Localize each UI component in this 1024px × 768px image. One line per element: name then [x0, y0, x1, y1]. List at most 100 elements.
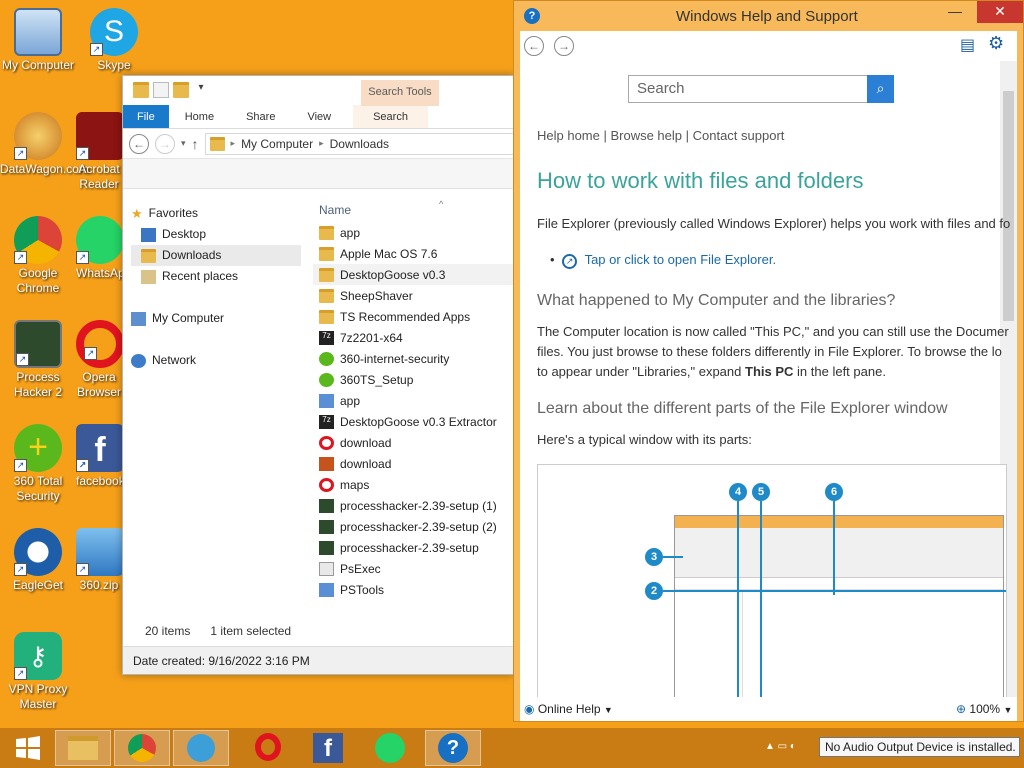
nav-favorites[interactable]: ★ Favorites: [131, 203, 301, 224]
list-item[interactable]: processhacker-2.39-setup (2): [313, 516, 513, 537]
desktop-icon-chrome[interactable]: ↗ Google Chrome: [0, 216, 76, 296]
list-item[interactable]: maps: [313, 474, 513, 495]
diagram-callout-2: 2: [645, 582, 663, 600]
help-nav-links[interactable]: Help home | Browse help | Contact suppor…: [537, 128, 784, 143]
print-icon[interactable]: ▤: [960, 35, 975, 55]
chrome-icon: ↗: [14, 216, 62, 264]
7zip-icon: 7z: [319, 414, 334, 429]
facebook-icon: f: [313, 733, 343, 763]
list-item[interactable]: DesktopGoose v0.3: [313, 264, 513, 285]
tab-share[interactable]: Share: [230, 105, 291, 128]
desktop-icon-datawagon[interactable]: ↗ DataWagon.com: [0, 112, 89, 177]
recent-places-icon: [141, 269, 156, 284]
taskbar-help[interactable]: ?: [425, 730, 481, 766]
nav-my-computer[interactable]: My Computer: [131, 308, 301, 329]
column-header-name[interactable]: Name ^: [313, 198, 513, 222]
properties-icon[interactable]: [153, 82, 169, 98]
list-item[interactable]: processhacker-2.39-setup: [313, 537, 513, 558]
tab-file[interactable]: File: [123, 105, 169, 128]
list-item[interactable]: SheepShaver: [313, 285, 513, 306]
nav-network[interactable]: Network: [131, 350, 301, 371]
shortcut-arrow-icon: ↗: [84, 347, 97, 360]
desktop-icon-acrobat[interactable]: ↗ Acrobat Reader: [76, 112, 122, 192]
desktop-icon-my-computer[interactable]: My Computer: [0, 8, 76, 73]
tab-search[interactable]: Search: [353, 105, 428, 128]
process-hacker-icon: [319, 498, 334, 513]
opera-icon: ↗: [76, 320, 122, 368]
chevron-down-icon[interactable]: ▾: [193, 82, 209, 98]
search-icon[interactable]: ⌕: [867, 75, 894, 103]
quick-access-toolbar: ▾: [133, 82, 209, 98]
tab-view[interactable]: View: [291, 105, 347, 128]
folder-icon[interactable]: [133, 82, 149, 98]
callout-line: [737, 501, 739, 713]
tab-home[interactable]: Home: [169, 105, 230, 128]
gear-icon[interactable]: ⚙: [988, 33, 1004, 54]
desktop-icon-360-zip[interactable]: ↗ 360.zip: [76, 528, 122, 593]
back-button[interactable]: ←: [129, 133, 149, 154]
scrollbar-thumb[interactable]: [1003, 91, 1014, 321]
list-item[interactable]: PsExec: [313, 558, 513, 579]
shortcut-arrow-icon: ↗: [90, 43, 103, 56]
online-help-dropdown[interactable]: ◉ Online Help ▼: [524, 697, 613, 722]
taskbar-whatsapp[interactable]: [362, 730, 418, 766]
folder-icon: [319, 225, 334, 240]
taskbar-opera[interactable]: [240, 730, 296, 766]
list-item[interactable]: download: [313, 453, 513, 474]
desktop-icon-eagleget[interactable]: ↗ EagleGet: [0, 528, 76, 593]
process-hacker-icon: [319, 519, 334, 534]
start-button[interactable]: [0, 730, 56, 766]
nav-recent-places[interactable]: Recent places: [131, 266, 301, 287]
close-button[interactable]: ✕: [977, 1, 1023, 23]
list-item[interactable]: app: [313, 222, 513, 243]
list-item[interactable]: 7z 7z2201-x64: [313, 327, 513, 348]
nav-desktop[interactable]: Desktop: [131, 224, 301, 245]
list-item[interactable]: app: [313, 390, 513, 411]
breadcrumb-downloads[interactable]: Downloads: [330, 137, 389, 151]
breadcrumb-my-computer[interactable]: My Computer: [241, 137, 313, 151]
zoom-control[interactable]: ⊕ 100% ▼: [956, 697, 1012, 722]
list-item[interactable]: download: [313, 432, 513, 453]
taskbar-chrome[interactable]: [114, 730, 170, 766]
desktop-icon-process-hacker[interactable]: ↗ Process Hacker 2: [0, 320, 76, 400]
list-item[interactable]: TS Recommended Apps: [313, 306, 513, 327]
desktop-icon-skype[interactable]: S ↗ Skype: [76, 8, 152, 73]
taskbar-file-explorer[interactable]: [55, 730, 111, 766]
open-file-explorer-link[interactable]: • ↗ Tap or click to open File Explorer.: [550, 250, 776, 270]
tray-icons[interactable]: ▲ ▭ ◐: [765, 741, 796, 752]
desktop-icon-facebook[interactable]: f ↗ facebook: [76, 424, 122, 489]
desktop-icon-vpn-proxy[interactable]: ⚷ ↗ VPN Proxy Master: [0, 632, 76, 712]
explorer-titlebar: ▾ Search Tools: [123, 76, 513, 106]
taskbar-browser[interactable]: [173, 730, 229, 766]
list-item[interactable]: 7z DesktopGoose v0.3 Extractor: [313, 411, 513, 432]
360-icon: [319, 351, 334, 366]
forward-button[interactable]: →: [155, 133, 175, 154]
forward-button[interactable]: →: [554, 36, 574, 56]
desktop-icon-360-security[interactable]: + ↗ 360 Total Security: [0, 424, 76, 504]
up-button[interactable]: ↑: [192, 136, 199, 152]
address-bar[interactable]: ▸ My Computer ▸ Downloads: [204, 132, 513, 155]
minimize-button[interactable]: —: [939, 1, 971, 23]
chevron-right-icon[interactable]: ▸: [231, 138, 236, 149]
chevron-right-icon[interactable]: ▸: [319, 138, 324, 149]
back-button[interactable]: ←: [524, 36, 544, 56]
network-icon: [131, 353, 146, 368]
help-window[interactable]: ? Windows Help and Support — ☐ ✕ ← → ▤ ⚙…: [513, 0, 1024, 722]
new-folder-icon[interactable]: [173, 82, 189, 98]
desktop-icon-opera[interactable]: ↗ Opera Browser: [76, 320, 122, 400]
shortcut-arrow-icon: ↗: [14, 459, 27, 472]
file-explorer-window[interactable]: ▾ Search Tools File Home Share View Sear…: [122, 75, 514, 675]
callout-line: [663, 556, 683, 558]
desktop-icon-whatsapp[interactable]: ↗ WhatsApp: [76, 216, 122, 281]
nav-downloads[interactable]: Downloads: [131, 245, 301, 266]
list-item[interactable]: Apple Mac OS 7.6: [313, 243, 513, 264]
list-item[interactable]: 360-internet-security: [313, 348, 513, 369]
taskbar-facebook[interactable]: f: [300, 730, 356, 766]
intro-paragraph: File Explorer (previously called Windows…: [537, 216, 1011, 231]
list-item[interactable]: 360TS_Setup: [313, 369, 513, 390]
star-icon: ★: [131, 206, 143, 221]
help-search-input[interactable]: Search: [628, 75, 868, 103]
recent-locations-icon[interactable]: ▾: [181, 138, 186, 149]
list-item[interactable]: PSTools: [313, 579, 513, 600]
list-item[interactable]: processhacker-2.39-setup (1): [313, 495, 513, 516]
